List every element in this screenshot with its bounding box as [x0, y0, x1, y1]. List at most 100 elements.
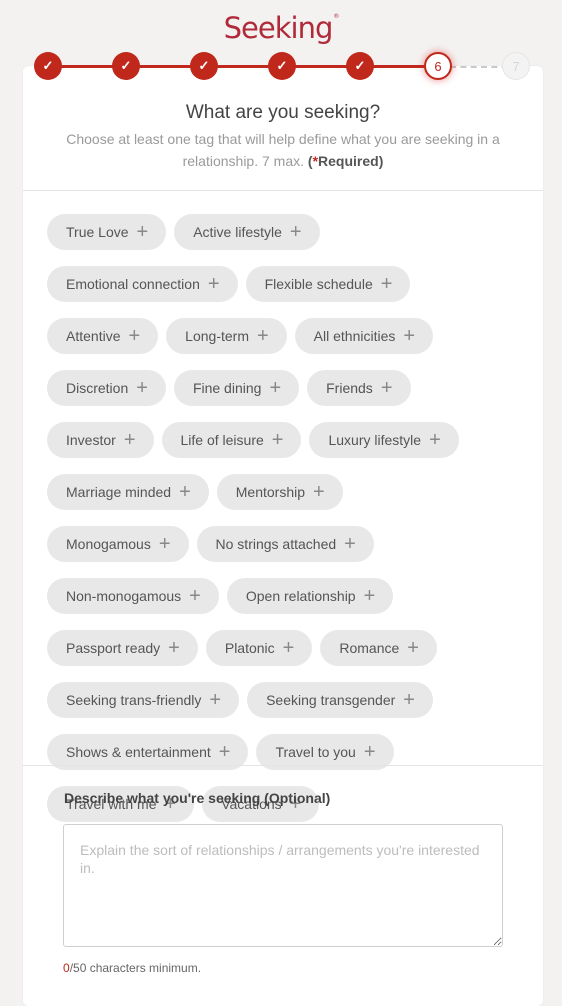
tag-label: Seeking transgender	[266, 692, 396, 708]
step-1-check-icon: ✓	[34, 52, 62, 80]
plus-icon: +	[363, 741, 376, 763]
progress-stepper: ✓ ✓ ✓ ✓ ✓ 6 7	[34, 51, 530, 81]
seeking-logo: Seeking®	[0, 14, 562, 43]
tag-life-of-leisure[interactable]: Life of leisure +	[161, 422, 302, 458]
step-6-current: 6	[424, 52, 452, 80]
step-4-check-icon: ✓	[268, 52, 296, 80]
tags-divider	[23, 765, 543, 766]
tag-friends[interactable]: Friends +	[307, 370, 411, 406]
tag-label: Emotional connection	[66, 276, 200, 292]
tag-label: Life of leisure	[180, 432, 264, 448]
tag-label: Shows & entertainment	[66, 744, 211, 760]
plus-icon: +	[158, 533, 171, 555]
tag-seeking-transgender[interactable]: Seeking transgender +	[247, 682, 433, 718]
character-counter: 0/50 characters minimum.	[63, 961, 201, 975]
plus-icon: +	[380, 273, 393, 295]
plus-icon: +	[168, 637, 180, 659]
plus-icon: +	[179, 481, 191, 503]
step-3-check-icon: ✓	[190, 52, 218, 80]
tag-mentorship[interactable]: Mentorship +	[216, 474, 343, 510]
tag-label: Attentive	[66, 328, 121, 344]
plus-icon: +	[189, 585, 201, 607]
progress-line-complete	[47, 65, 437, 68]
tag-label: Active lifestyle	[193, 224, 282, 240]
required-note: (*Required)	[308, 153, 383, 169]
plus-icon: +	[380, 377, 393, 399]
required-text: Required)	[318, 153, 384, 169]
plus-icon: +	[289, 221, 302, 243]
tag-label: Discretion	[66, 380, 129, 396]
step-7-upcoming: 7	[502, 52, 530, 80]
tag-platonic[interactable]: Platonic +	[205, 630, 313, 666]
tag-flexible-schedule[interactable]: Flexible schedule +	[245, 266, 411, 302]
tag-label: No strings attached	[215, 536, 337, 552]
plus-icon: +	[269, 377, 282, 399]
tag-marriage-minded[interactable]: Marriage minded +	[47, 474, 209, 510]
tag-label: Luxury lifestyle	[328, 432, 422, 448]
tag-non-monogamous[interactable]: Non-monogamous +	[47, 578, 219, 614]
tag-label: Open relationship	[245, 588, 356, 604]
plus-icon: +	[207, 273, 220, 295]
tag-active-lifestyle[interactable]: Active lifestyle +	[174, 214, 320, 250]
tag-seeking-trans-friendly[interactable]: Seeking trans-friendly +	[47, 682, 240, 718]
plus-icon: +	[403, 689, 415, 711]
character-count-requirement: /50 characters minimum.	[69, 961, 202, 975]
tag-monogamous[interactable]: Monogamous +	[47, 526, 189, 562]
plus-icon: +	[271, 429, 284, 451]
plus-icon: +	[282, 637, 295, 659]
tag-label: All ethnicities	[313, 328, 396, 344]
tag-label: Travel to you	[275, 744, 356, 760]
tag-label: Long-term	[185, 328, 249, 344]
tag-luxury-lifestyle[interactable]: Luxury lifestyle +	[309, 422, 459, 458]
tag-emotional-connection[interactable]: Emotional connection +	[47, 266, 238, 302]
tag-no-strings-attached[interactable]: No strings attached +	[196, 526, 374, 562]
tag-all-ethnicities[interactable]: All ethnicities +	[294, 318, 434, 354]
tag-label: Marriage minded	[66, 484, 172, 500]
tag-label: Platonic	[224, 640, 275, 656]
plus-icon: +	[218, 741, 231, 763]
plus-icon: +	[209, 689, 222, 711]
step-2-check-icon: ✓	[112, 52, 140, 80]
step-5-check-icon: ✓	[346, 52, 374, 80]
tag-label: Non-monogamous	[66, 588, 182, 604]
tag-label: Passport ready	[66, 640, 161, 656]
tag-label: Seeking trans-friendly	[66, 692, 202, 708]
tag-label: Mentorship	[235, 484, 306, 500]
plus-icon: +	[429, 429, 441, 451]
tag-list: True Love + Active lifestyle + Emotional c…	[47, 214, 517, 822]
tag-label: Monogamous	[66, 536, 151, 552]
plus-icon: +	[128, 325, 141, 347]
tag-romance[interactable]: Romance +	[320, 630, 437, 666]
tag-long-term[interactable]: Long-term +	[166, 318, 287, 354]
tag-discretion[interactable]: Discretion +	[47, 370, 166, 406]
plus-icon: +	[136, 377, 148, 399]
plus-icon: +	[344, 533, 356, 555]
plus-icon: +	[136, 221, 149, 243]
plus-icon: +	[256, 325, 269, 347]
tag-passport-ready[interactable]: Passport ready +	[47, 630, 198, 666]
logo-text: Seeking	[223, 11, 334, 45]
tag-true-love[interactable]: True Love +	[47, 214, 167, 250]
plus-icon: +	[363, 585, 376, 607]
tag-open-relationship[interactable]: Open relationship +	[226, 578, 394, 614]
tag-fine-dining[interactable]: Fine dining +	[173, 370, 300, 406]
page-subtitle: Choose at least one tag that will help d…	[43, 128, 523, 172]
page-title: What are you seeking?	[185, 102, 381, 123]
description-label: Describe what you're seeking (Optional)	[64, 790, 331, 806]
tag-label: Flexible schedule	[264, 276, 373, 292]
tag-attentive[interactable]: Attentive +	[47, 318, 159, 354]
plus-icon: +	[407, 637, 419, 659]
description-textarea[interactable]	[63, 824, 503, 947]
tag-label: Friends	[326, 380, 373, 396]
tag-label: Fine dining	[192, 380, 262, 396]
tag-label: Romance	[339, 640, 400, 656]
plus-icon: +	[403, 325, 416, 347]
subtitle-text: Choose at least one tag that will help d…	[66, 131, 500, 169]
header-divider	[23, 190, 543, 191]
tag-label: True Love	[66, 224, 129, 240]
tag-investor[interactable]: Investor +	[47, 422, 154, 458]
plus-icon: +	[313, 481, 325, 503]
character-count-current: 0	[63, 961, 70, 975]
tag-label: Investor	[66, 432, 116, 448]
plus-icon: +	[123, 429, 136, 451]
